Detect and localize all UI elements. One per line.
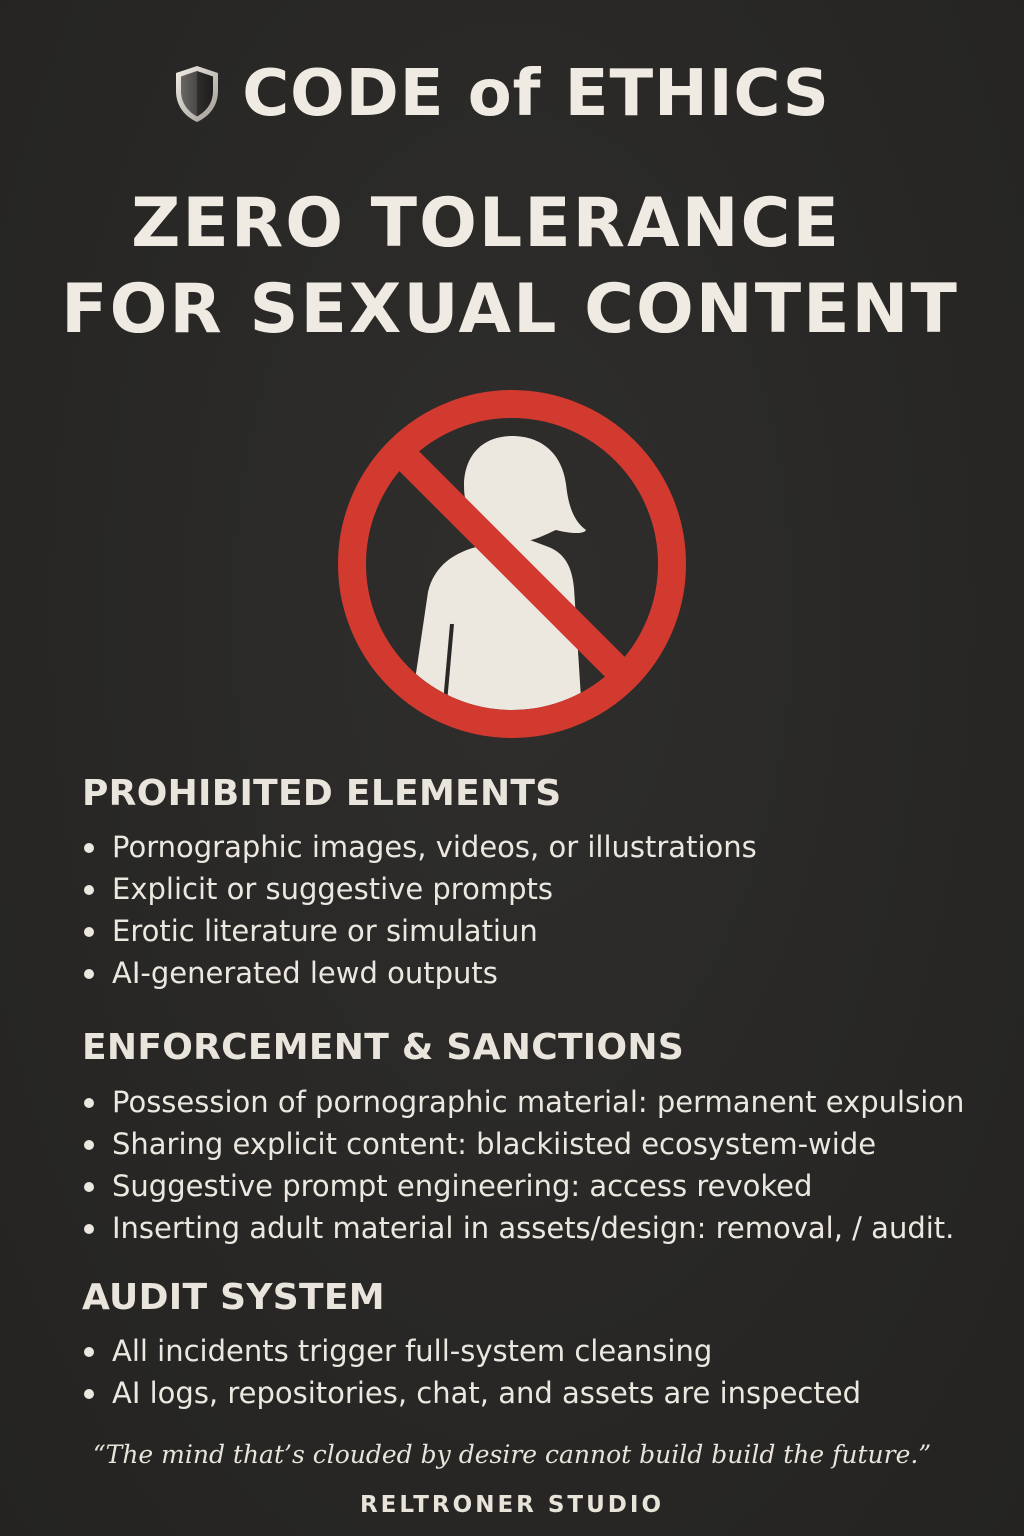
- header: CODE of ETHICS: [0, 62, 1024, 126]
- prohibited-elements-list: Pornographic images, videos, or illustra…: [82, 826, 757, 994]
- list-item: All incidents trigger full-system cleans…: [82, 1330, 861, 1372]
- list-item: AI-generated lewd outputs: [82, 952, 757, 994]
- headline-line-1: ZERO TOLERANCE: [131, 184, 841, 263]
- list-item: AI logs, repositories, chat, and assets …: [82, 1372, 861, 1414]
- list-item: Sharing explicit content: blackiisted ec…: [82, 1123, 964, 1165]
- list-item: Pornographic images, videos, or illustra…: [82, 826, 757, 868]
- list-item: Suggestive prompt engineering: access re…: [82, 1165, 964, 1207]
- shield-icon: [176, 66, 219, 122]
- section-title-prohibited-elements: PROHIBITED ELEMENTS: [82, 773, 562, 814]
- audit-system-list: All incidents trigger full-system cleans…: [82, 1330, 861, 1414]
- section-title-audit-system: AUDIT SYSTEM: [82, 1277, 385, 1318]
- footer-quote: “The mind that’s clouded by desire canno…: [92, 1440, 932, 1469]
- list-item: Possession of pornographic material: per…: [82, 1081, 964, 1123]
- studio-name: RELTRONER STUDIO: [359, 1492, 665, 1518]
- section-title-enforcement-sanctions: ENFORCEMENT & SANCTIONS: [82, 1027, 685, 1068]
- headline-line-2: FOR SEXUAL CONTENT: [61, 270, 959, 349]
- list-item: Erotic literature or simulatiun: [82, 910, 757, 952]
- list-item: Explicit or suggestive prompts: [82, 868, 757, 910]
- enforcement-sanctions-list: Possession of pornographic material: per…: [82, 1081, 964, 1249]
- list-item: Inserting adult material in assets/desig…: [82, 1207, 964, 1249]
- prohibited-figure-icon: [332, 384, 692, 744]
- code-of-ethics-title: CODE of ETHICS: [242, 57, 830, 131]
